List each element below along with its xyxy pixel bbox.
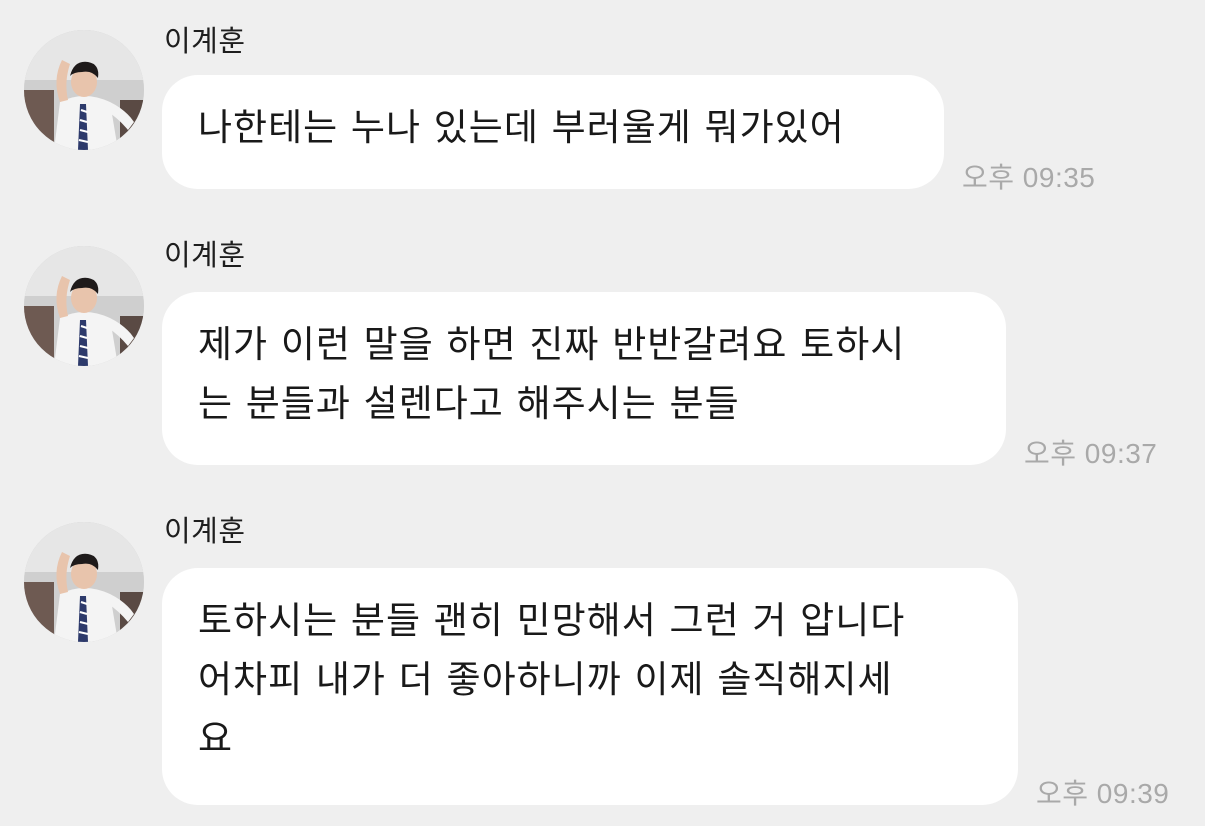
sender-name: 이계훈	[164, 24, 246, 58]
message-bubble[interactable]: 토하시는 분들 괜히 민망해서 그런 거 압니다 어차피 내가 더 좋아하니까 …	[162, 568, 1018, 805]
message-text-line: 제가 이런 말을 하면 진짜 반반갈려요 토하시	[198, 323, 906, 366]
avatar-photo	[24, 246, 144, 366]
message-text-line: 어차피 내가 더 좋아하니까 이제 솔직해지세	[198, 658, 893, 701]
sender-name: 이계훈	[164, 238, 246, 272]
message-timestamp: 오후 09:35	[962, 162, 1096, 193]
message-bubble[interactable]: 제가 이런 말을 하면 진짜 반반갈려요 토하시 는 분들과 설렌다고 해주시는…	[162, 292, 1006, 465]
message-text-line: 요	[198, 717, 234, 760]
message-timestamp: 오후 09:37	[1024, 438, 1158, 469]
avatar[interactable]	[24, 522, 144, 642]
sender-name: 이계훈	[164, 514, 246, 548]
message-timestamp: 오후 09:39	[1036, 778, 1170, 809]
avatar-photo	[24, 30, 144, 150]
message-bubble[interactable]: 나한테는 누나 있는데 부러울게 뭐가있어	[162, 75, 944, 189]
message-text-line: 나한테는 누나 있는데 부러울게 뭐가있어	[198, 106, 845, 149]
message-text-line: 토하시는 분들 괜히 민망해서 그런 거 압니다	[198, 599, 906, 642]
avatar-photo	[24, 522, 144, 642]
message-text-line: 는 분들과 설렌다고 해주시는 분들	[198, 382, 740, 425]
avatar[interactable]	[24, 246, 144, 366]
avatar[interactable]	[24, 30, 144, 150]
